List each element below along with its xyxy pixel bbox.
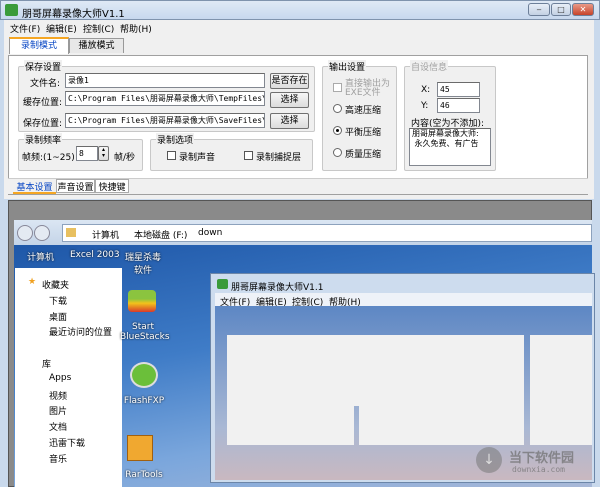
recorded-panel xyxy=(354,335,359,406)
folder-icon xyxy=(66,228,76,237)
filename-input[interactable]: 录像1 xyxy=(65,73,265,88)
nav-apps[interactable]: Apps xyxy=(49,373,71,383)
x-label: X: xyxy=(421,85,431,95)
nav-thunder-downloads[interactable]: 迅雷下载 xyxy=(49,436,85,449)
cache-path-input[interactable]: C:\Program Files\朋哥屏幕录像大师\TempFiles\ xyxy=(65,91,265,106)
tab-basic-settings[interactable]: 基本设置 xyxy=(13,180,56,194)
content-textarea[interactable]: 朋哥屏幕录像大师: 永久免费、有广告 xyxy=(409,128,491,166)
tab-record-mode[interactable]: 录制模式 xyxy=(9,37,69,54)
choose-save-button[interactable]: 选择 xyxy=(270,113,309,129)
app-icon xyxy=(5,4,18,16)
nav-libraries[interactable]: 库 xyxy=(42,357,51,370)
save-path-input[interactable]: C:\Program Files\朋哥屏幕录像大师\SaveFiles\ xyxy=(65,113,265,128)
watermark-text: 当下软件园 xyxy=(509,451,575,466)
group-label: 输出设置 xyxy=(328,60,367,73)
frame-rate-unit: 帧/秒 xyxy=(114,153,136,163)
menu-bar: 文件(F) 编辑(E) 控制(C) 帮助(H) xyxy=(4,20,594,35)
flashfxp-icon[interactable] xyxy=(130,362,158,388)
y-label: Y: xyxy=(421,101,429,111)
record-layer-checkbox[interactable] xyxy=(244,151,253,160)
balanced-compress-label: 平衡压缩 xyxy=(345,128,382,138)
save-path-label: 保存位置: xyxy=(23,119,63,129)
quality-compress-radio[interactable] xyxy=(333,148,342,157)
x-input[interactable]: 45 xyxy=(437,82,480,97)
group-label: 自设信息 xyxy=(410,60,449,73)
exe-output-label: 直接输出为EXE文件 xyxy=(345,79,391,98)
frame-rate-spinner[interactable]: ▴ ▾ xyxy=(98,146,109,161)
recorded-panel xyxy=(359,335,524,445)
frame-rate-input[interactable]: 8 xyxy=(76,146,98,161)
record-sound-checkbox[interactable] xyxy=(167,151,176,160)
recorded-panel xyxy=(227,335,354,445)
desktop-icon-bluestacks[interactable]: Start BlueStacks xyxy=(120,322,170,342)
bluestacks-icon[interactable] xyxy=(128,290,156,312)
record-sound-label: 录制声音 xyxy=(179,153,216,163)
recorded-panel xyxy=(530,335,592,445)
star-icon: ★ xyxy=(28,277,37,287)
quality-compress-label: 质量压缩 xyxy=(345,150,382,160)
toolbar-computer[interactable]: 计算机 xyxy=(27,250,54,263)
desktop-icon-rartools[interactable]: RarTools xyxy=(122,470,166,480)
group-label: 保存设置 xyxy=(24,60,63,73)
tab-playback-mode[interactable]: 播放模式 xyxy=(69,38,124,53)
toolbar-excel[interactable]: Excel 2003 xyxy=(70,250,120,260)
nav-documents[interactable]: 文档 xyxy=(49,420,67,433)
group-label: 录制选项 xyxy=(156,133,195,146)
nav-downloads[interactable]: 下载 xyxy=(49,294,67,307)
group-label: 录制频率 xyxy=(24,133,63,146)
frame-rate-label: 帧频:(1~25) xyxy=(22,153,75,163)
watermark-url: downxia.com xyxy=(512,465,565,474)
inner-window-title: 朋哥屏幕录像大师V1.1 xyxy=(231,283,324,293)
nav-favorites[interactable]: 收藏夹 xyxy=(42,278,69,291)
nav-videos[interactable]: 视频 xyxy=(49,389,67,402)
check-exists-button[interactable]: 是否存在 xyxy=(270,73,309,89)
minimize-button[interactable]: ‒ xyxy=(528,3,550,16)
back-button[interactable] xyxy=(17,225,33,241)
record-layer-label: 录制捕捉层 xyxy=(256,153,302,163)
watermark-download-icon: ↓ xyxy=(476,447,502,473)
balanced-compress-radio[interactable] xyxy=(333,126,342,135)
tab-hotkeys[interactable]: 快捷键 xyxy=(95,179,129,193)
fast-compress-radio[interactable] xyxy=(333,104,342,113)
explorer-nav-pane: ★ 收藏夹 下载 桌面 最近访问的位置 库 Apps 视频 图片 文档 迅雷下载… xyxy=(15,268,122,487)
close-button[interactable]: ✕ xyxy=(572,3,594,16)
nav-recent[interactable]: 最近访问的位置 xyxy=(49,325,112,338)
y-input[interactable]: 46 xyxy=(437,98,480,113)
window-title: 朋哥屏幕录像大师V1.1 xyxy=(22,9,125,20)
toolbar-antivirus[interactable]: 瑞星杀毒软件 xyxy=(122,250,164,276)
tab-sound-settings[interactable]: 声音设置 xyxy=(56,179,95,193)
maximize-button[interactable]: □ xyxy=(551,3,571,16)
desktop-icon-flashfxp[interactable]: FlashFXP xyxy=(122,396,166,406)
inner-app-icon xyxy=(217,279,228,289)
forward-button[interactable] xyxy=(34,225,50,241)
exe-output-checkbox[interactable] xyxy=(333,83,342,92)
cache-path-label: 缓存位置: xyxy=(23,98,63,108)
nav-desktop[interactable]: 桌面 xyxy=(49,310,67,323)
breadcrumb-drive[interactable]: 本地磁盘 (F:) xyxy=(134,228,187,241)
nav-pictures[interactable]: 图片 xyxy=(49,404,67,417)
choose-cache-button[interactable]: 选择 xyxy=(270,92,309,108)
fast-compress-label: 高速压缩 xyxy=(345,106,382,116)
nav-music[interactable]: 音乐 xyxy=(49,452,67,465)
breadcrumb-down[interactable]: down xyxy=(198,228,222,238)
rartools-icon[interactable] xyxy=(127,435,153,461)
filename-label: 文件名: xyxy=(30,79,61,89)
breadcrumb-computer[interactable]: 计算机 xyxy=(92,228,119,241)
